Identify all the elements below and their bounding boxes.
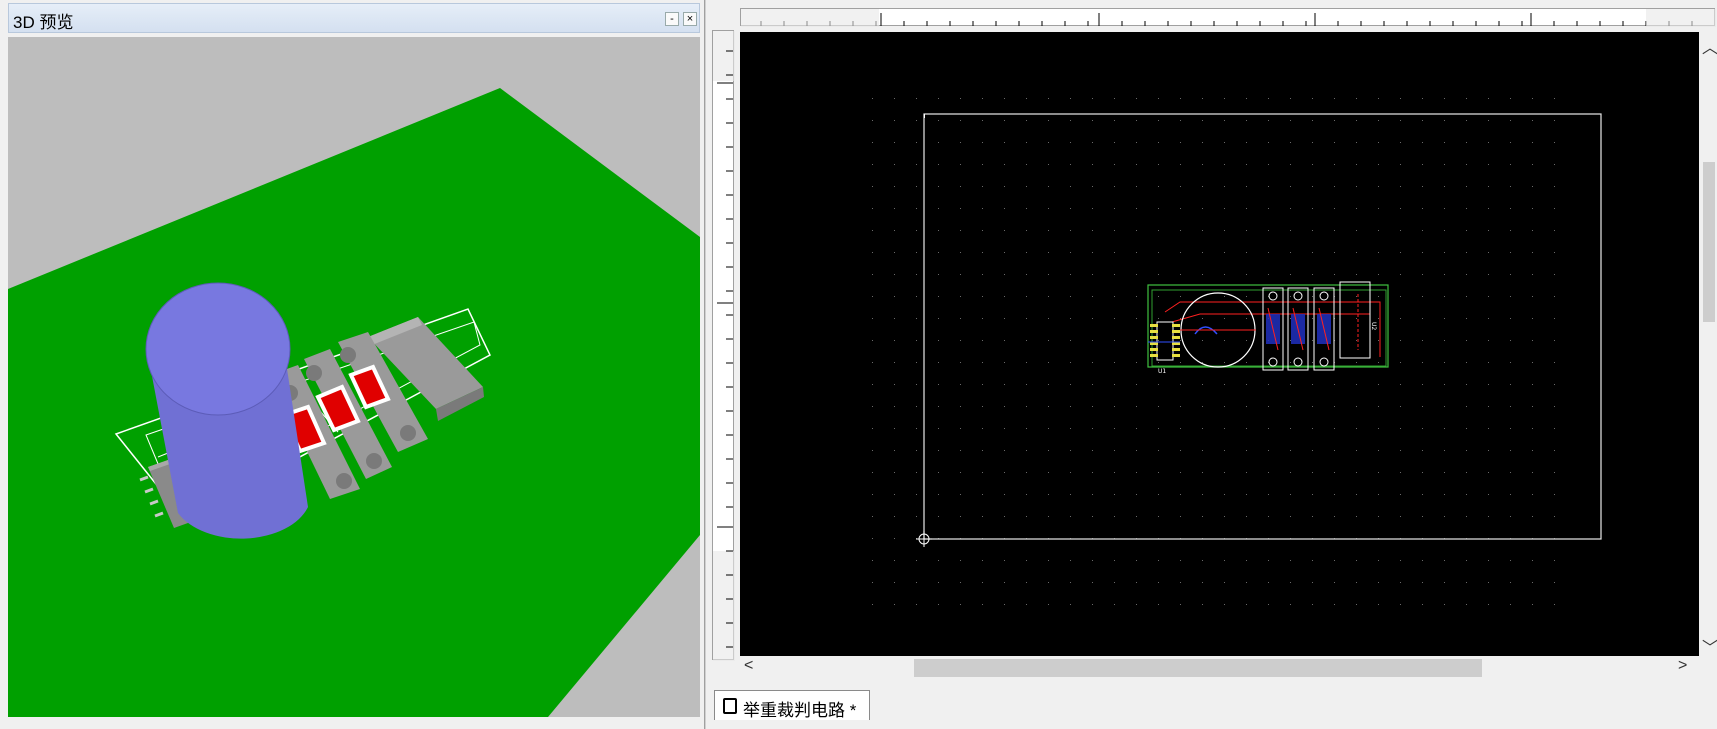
grid-dots (860, 82, 1560, 622)
horizontal-scroll-thumb[interactable] (914, 659, 1482, 677)
horizontal-scrollbar[interactable]: < > (740, 656, 1699, 680)
chevron-right-icon[interactable]: > (1678, 657, 1687, 675)
vertical-ruler (712, 30, 735, 661)
document-tab[interactable]: 举重裁判电路 * (714, 690, 870, 720)
3d-scene[interactable] (8, 37, 700, 717)
3d-viewport[interactable] (8, 37, 700, 717)
scroll-down-icon[interactable]: ﹀ (1702, 634, 1717, 658)
vertical-scroll-thumb[interactable] (1703, 162, 1715, 322)
vertical-scrollbar[interactable]: ︿ ﹀ (1700, 32, 1717, 658)
chevron-left-icon[interactable]: < (744, 657, 753, 675)
3d-preview-panel: 3D 预览 - × (0, 0, 705, 729)
u2-label: U2 (1370, 322, 1377, 330)
panel-title-bar: 3D 预览 - × (8, 3, 700, 33)
pcb-editor-panel: U1 U2 ︿ ﹀ < > 举重裁判电路 * (712, 0, 1717, 729)
pcb-drawing[interactable]: U1 U2 (740, 32, 1699, 656)
horizontal-ruler (740, 8, 1716, 27)
pcb-canvas[interactable]: U1 U2 (740, 32, 1699, 656)
panel-title: 3D 预览 (13, 13, 74, 32)
chip-icon (723, 698, 737, 714)
document-tab-bar: 举重裁判电路 * (712, 688, 1717, 729)
u1-label: U1 (1158, 368, 1166, 375)
scroll-up-icon[interactable]: ︿ (1702, 34, 1717, 58)
document-tab-label: 举重裁判电路 * (743, 701, 857, 720)
close-button[interactable]: × (683, 12, 697, 26)
minimize-button[interactable]: - (665, 12, 679, 26)
